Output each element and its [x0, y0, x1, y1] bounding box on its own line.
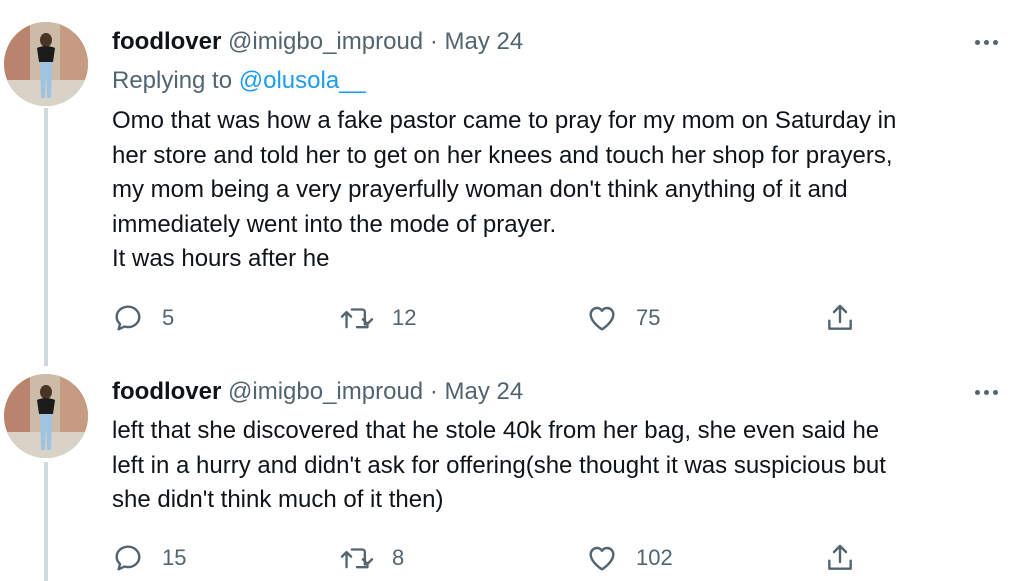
reply-button[interactable]: 5 — [112, 301, 174, 335]
tweet-text-line: left that she discovered that he stole 4… — [112, 417, 880, 444]
tweet-actions: 15 8 102 — [112, 541, 872, 575]
tweet-text: left that she discovered that he stole 4… — [112, 414, 992, 518]
tweet-header: foodlover @imigbo_improud · May 24 — [112, 27, 523, 57]
reply-count: 15 — [162, 545, 187, 570]
avatar-photo — [4, 374, 88, 458]
retweet-count: 8 — [392, 545, 405, 570]
share-icon — [824, 302, 856, 334]
retweet-button[interactable]: 8 — [340, 541, 404, 575]
tweet[interactable]: foodlover @imigbo_improud · May 24 Reply… — [0, 0, 1024, 360]
more-icon[interactable] — [966, 27, 1006, 57]
author-name[interactable]: foodlover — [112, 378, 221, 405]
avatar[interactable] — [4, 374, 88, 458]
like-count: 102 — [636, 545, 673, 570]
separator-dot: · — [429, 378, 438, 405]
tweet-text: Omo that was how a fake pastor came to p… — [112, 104, 992, 277]
avatar[interactable] — [4, 22, 88, 106]
tweet-text-line: her store and told her to get on her kne… — [112, 141, 893, 169]
like-icon — [586, 542, 618, 574]
tweet-text-line: Omo that was how a fake pastor came to p… — [112, 107, 897, 134]
author-name[interactable]: foodlover — [112, 28, 221, 55]
author-handle[interactable]: @imigbo_improud — [228, 378, 423, 405]
share-button[interactable] — [824, 541, 856, 575]
retweet-icon — [340, 542, 374, 574]
tweet-date[interactable]: May 24 — [444, 28, 523, 55]
like-button[interactable]: 75 — [586, 301, 660, 335]
like-count: 75 — [636, 305, 661, 330]
replying-prefix: Replying to — [112, 67, 233, 94]
tweet-text-line: my mom being a very prayerfully woman do… — [112, 176, 848, 204]
tweet-text-line: she didn't think much of it then) — [112, 486, 444, 514]
reply-icon — [112, 542, 144, 574]
separator-dot: · — [429, 28, 438, 55]
tweet-text-line: immediately went into the mode of prayer… — [112, 210, 557, 238]
replying-to: Replying to @olusola__ — [112, 66, 366, 96]
reply-button[interactable]: 15 — [112, 541, 186, 575]
tweet-header: foodlover @imigbo_improud · May 24 — [112, 377, 523, 407]
reply-count: 5 — [162, 305, 175, 330]
like-icon — [586, 302, 618, 334]
tweet-actions: 5 12 75 — [112, 301, 872, 335]
like-button[interactable]: 102 — [586, 541, 673, 575]
avatar-photo — [4, 22, 88, 106]
reply-icon — [112, 302, 144, 334]
retweet-count: 12 — [392, 305, 417, 330]
tweet-date[interactable]: May 24 — [444, 378, 523, 405]
replying-mention[interactable]: @olusola__ — [239, 67, 366, 94]
more-icon[interactable] — [966, 377, 1006, 407]
tweet-text-line: It was hours after he — [112, 245, 330, 273]
share-icon — [824, 542, 856, 574]
tweet-text-line: left in a hurry and didn't ask for offer… — [112, 451, 886, 479]
retweet-button[interactable]: 12 — [340, 301, 416, 335]
retweet-icon — [340, 302, 374, 334]
share-button[interactable] — [824, 301, 856, 335]
tweet[interactable]: foodlover @imigbo_improud · May 24 left … — [0, 360, 1024, 581]
author-handle[interactable]: @imigbo_improud — [228, 28, 423, 55]
